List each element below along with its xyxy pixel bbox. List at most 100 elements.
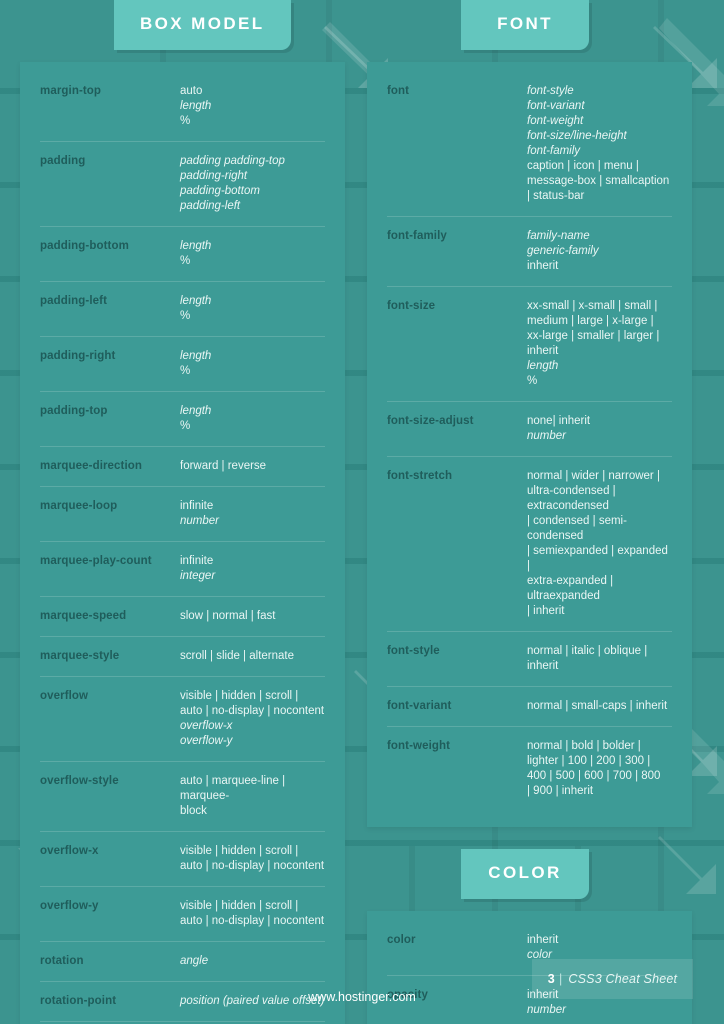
property-value: forward | reverse: [180, 460, 267, 472]
property-value: | inherit: [527, 605, 565, 617]
property-value: scroll | slide | alternate: [180, 650, 294, 662]
property-value: medium | large | x-large |: [527, 315, 654, 327]
property-value: block: [180, 805, 207, 817]
property-value: %: [180, 255, 191, 267]
property-values: xx-small | x-small | small | medium | lar…: [527, 299, 672, 389]
property-name: font-size: [387, 300, 436, 312]
property-value: normal | wider | narrower |: [527, 470, 660, 482]
property-name: padding: [40, 155, 86, 167]
property-values: normal | wider | narrower | ultra-condens…: [527, 469, 672, 619]
property-row: padding padding padding-top padding-right p…: [40, 142, 325, 227]
property-value: | 900 | inherit: [527, 785, 594, 797]
property-name: marquee-direction: [40, 460, 143, 472]
section-tab-wrap: COLOR: [367, 849, 692, 911]
property-name: padding-bottom: [40, 240, 129, 252]
property-value: infinite: [180, 500, 214, 512]
property-row: marquee-style scroll | slide | alternate: [40, 637, 325, 677]
property-value: auto | no-display | nocontent: [180, 860, 325, 872]
badge-separator: |: [558, 972, 563, 986]
property-value: angle: [180, 955, 209, 967]
property-row: padding-top length%: [40, 392, 325, 447]
property-values: infinite integer: [180, 554, 325, 584]
property-name: marquee-speed: [40, 610, 127, 622]
property-value: normal | small-caps | inherit: [527, 700, 668, 712]
property-row: padding-right length%: [40, 337, 325, 392]
property-value: font-style: [527, 85, 574, 97]
property-value: lighter | 100 | 200 | 300 |: [527, 755, 651, 767]
property-value: ultra-condensed | extracondensed: [527, 485, 616, 512]
property-value: visible | hidden | scroll |: [180, 900, 299, 912]
page-number-badge: 3 | CSS3 Cheat Sheet: [532, 959, 693, 999]
property-row: marquee-speed slow | normal | fast: [40, 597, 325, 637]
section-tab-wrap: FONT: [367, 0, 692, 62]
property-row: overflow-x visible | hidden | scroll | aut…: [40, 832, 325, 887]
property-value: inherit: [527, 345, 559, 357]
property-value: inherit: [527, 934, 559, 946]
property-value: xx-large | smaller | larger |: [527, 330, 660, 342]
property-value: padding padding-top: [180, 155, 285, 167]
section-tab-wrap: BOX MODEL: [20, 0, 345, 62]
property-row: font-style normal | italic | oblique | inh…: [387, 632, 672, 687]
property-value: %: [180, 310, 191, 322]
property-value: visible | hidden | scroll |: [180, 690, 299, 702]
property-name: marquee-loop: [40, 500, 118, 512]
property-name: overflow-y: [40, 900, 99, 912]
property-value: generic-family: [527, 245, 599, 257]
property-values: angle: [180, 954, 325, 969]
section-font: FONT font font-style font-variant font-weigh…: [367, 0, 692, 827]
property-values: auto length%: [180, 84, 325, 129]
section-title-tab: FONT: [461, 0, 589, 50]
property-name: marquee-style: [40, 650, 120, 662]
property-name: font-weight: [387, 740, 451, 752]
property-value: visible | hidden | scroll |: [180, 845, 299, 857]
property-name: rotation: [40, 955, 84, 967]
property-value: number: [180, 515, 219, 527]
property-value: normal | bold | bolder |: [527, 740, 641, 752]
property-value: font-weight: [527, 115, 584, 127]
property-value: caption | icon | menu |: [527, 160, 639, 172]
property-value: %: [180, 115, 191, 127]
property-values: none| inherit number: [527, 414, 672, 444]
property-value: length: [180, 350, 212, 362]
property-row: margin-top auto length%: [40, 72, 325, 142]
property-name: overflow-style: [40, 775, 119, 787]
property-name: margin-top: [40, 85, 102, 97]
property-values: auto | marquee-line | marquee-block: [180, 774, 325, 819]
property-row: font-size-adjust none| inherit number: [387, 402, 672, 457]
property-value: font-variant: [527, 100, 585, 112]
property-value: auto | marquee-line | marquee-: [180, 775, 286, 802]
section-title-tab: BOX MODEL: [114, 0, 291, 50]
property-row: overflow-style auto | marquee-line | marq…: [40, 762, 325, 832]
property-value: padding-left: [180, 200, 241, 212]
property-values: normal | small-caps | inherit: [527, 699, 672, 714]
property-values: length%: [180, 294, 325, 324]
property-value: normal | italic | oblique |: [527, 645, 648, 657]
property-value: font-family: [527, 145, 581, 157]
property-value: number: [527, 430, 566, 442]
property-value: | semiexpanded | expanded |: [527, 545, 668, 572]
property-name: overflow: [40, 690, 89, 702]
property-value: padding-right: [180, 170, 248, 182]
property-value: | status-bar: [527, 190, 585, 202]
property-name: font-variant: [387, 700, 452, 712]
property-name: overflow-x: [40, 845, 99, 857]
property-values: length%: [180, 404, 325, 434]
property-name: font-family: [387, 230, 447, 242]
property-value: %: [527, 375, 538, 387]
property-value: length: [180, 240, 212, 252]
property-values: normal | italic | oblique | inherit: [527, 644, 672, 674]
property-row: overflow visible | hidden | scroll | auto …: [40, 677, 325, 762]
property-value: padding-bottom: [180, 185, 260, 197]
property-value: slow | normal | fast: [180, 610, 276, 622]
property-value: none| inherit: [527, 415, 591, 427]
property-value: message-box | smallcaption: [527, 175, 670, 187]
property-name: marquee-play-count: [40, 555, 152, 567]
property-name: font: [387, 85, 410, 97]
property-row: marquee-direction forward | reverse: [40, 447, 325, 487]
property-values: forward | reverse: [180, 459, 325, 474]
property-row: font-weight normal | bold | bolder | light…: [387, 727, 672, 811]
property-row: marquee-play-count infinite integer: [40, 542, 325, 597]
property-row: font-family family-name generic-family inhe…: [387, 217, 672, 287]
right-column: FONT font font-style font-variant font-weigh…: [367, 0, 692, 1024]
property-value: auto: [180, 85, 203, 97]
